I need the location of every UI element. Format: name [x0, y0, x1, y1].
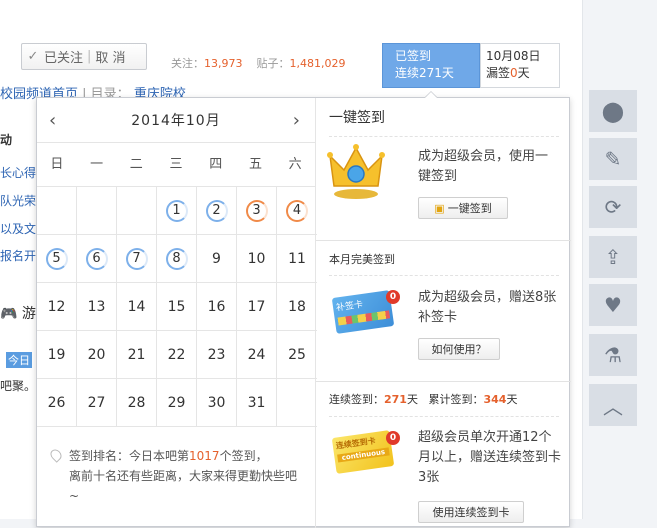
- post-count: 1,481,029: [289, 57, 346, 70]
- calendar-day[interactable]: 8: [157, 235, 197, 283]
- calendar-day[interactable]: 2: [197, 187, 237, 235]
- check-icon: ✓: [27, 49, 39, 64]
- calendar-title: 2014年10月: [131, 113, 221, 129]
- follow-count: 13,973: [204, 57, 243, 70]
- share-icon[interactable]: ⇪: [589, 236, 637, 278]
- calendar-day[interactable]: 5: [37, 235, 77, 283]
- calendar-day[interactable]: 19: [37, 331, 77, 379]
- calendar-day[interactable]: 23: [197, 331, 237, 379]
- calendar-day[interactable]: 18: [277, 283, 317, 331]
- vip-panel: 一键签到 成为超级会员，使用一键签到 ▣ 一键签到 本月完美签到 补签卡 0 成为…: [315, 98, 571, 528]
- calendar-day[interactable]: 26: [37, 379, 77, 427]
- makeup-card-image: 补签卡: [331, 290, 395, 334]
- heart-icon[interactable]: ♥: [589, 284, 637, 326]
- calendar-day[interactable]: 4: [277, 187, 317, 235]
- calendar-empty-cell: [37, 187, 77, 235]
- calendar-day[interactable]: 1: [157, 187, 197, 235]
- calendar-day[interactable]: 31: [237, 379, 277, 427]
- bg-fragment[interactable]: 队光荣: [0, 192, 36, 209]
- location-pin-icon: [48, 447, 64, 463]
- calendar-day[interactable]: 29: [157, 379, 197, 427]
- signed-button[interactable]: 已签到 连续271天: [382, 43, 480, 88]
- bg-fragment: 今日: [6, 352, 32, 368]
- refresh-icon[interactable]: ⟳: [589, 186, 637, 228]
- calendar-empty-cell: [117, 187, 157, 235]
- streak-card-image: 连续签到卡 continuous: [331, 430, 395, 474]
- forum-stats: 关注：13,973 贴子：1,481,029: [171, 57, 346, 70]
- calendar-day[interactable]: 16: [197, 283, 237, 331]
- sign-date-box: 10月08日 漏签0天: [480, 43, 560, 88]
- bg-fragment[interactable]: 以及文: [0, 220, 36, 237]
- streak-stats: 连续签到：271天 累计签到：344天: [329, 393, 518, 406]
- signed-day-marker: 6: [85, 247, 108, 270]
- one-key-title: 一键签到: [329, 110, 385, 126]
- calendar-day[interactable]: 17: [237, 283, 277, 331]
- calendar-day[interactable]: 14: [117, 283, 157, 331]
- sign-in-popup: ‹ 2014年10月 › 日 一 二 三 四 五 六 1 2 3 4 5 6 7 8 9 10 11…: [36, 97, 571, 528]
- streak-card-count: 0: [386, 431, 400, 445]
- bg-fragment: 动: [0, 133, 13, 147]
- calendar-day[interactable]: 9: [197, 235, 237, 283]
- calendar-day[interactable]: 10: [237, 235, 277, 283]
- signed-day-marker: 4: [286, 199, 308, 222]
- sign-calendar: ‹ 2014年10月 › 日 一 二 三 四 五 六 1 2 3 4 5 6 7 8 9 10 11…: [37, 98, 317, 528]
- calendar-day[interactable]: 27: [77, 379, 117, 427]
- one-key-desc: 成为超级会员，使用一键签到: [418, 149, 549, 184]
- calendar-day[interactable]: 30: [197, 379, 237, 427]
- calendar-day[interactable]: 3: [237, 187, 277, 235]
- bg-fragment[interactable]: 报名开: [0, 247, 36, 264]
- calendar-day[interactable]: 15: [157, 283, 197, 331]
- prev-month-icon[interactable]: ‹: [49, 110, 57, 131]
- makeup-card-count: 0: [386, 290, 400, 304]
- sign-rank: 签到排名：今日本吧第1017个签到， 离前十名还有些距离，大家来得更勤快些吧~: [48, 446, 301, 506]
- calendar-day[interactable]: 11: [277, 235, 317, 283]
- calendar-day[interactable]: 22: [157, 331, 197, 379]
- map-pin-icon[interactable]: ⬤: [589, 90, 637, 132]
- calendar-day[interactable]: 24: [237, 331, 277, 379]
- calendar-day[interactable]: 21: [117, 331, 157, 379]
- calendar-empty-cell: [277, 379, 317, 427]
- signed-day-marker: 2: [205, 199, 228, 222]
- bg-fragment: 🎮 游: [0, 306, 36, 322]
- calendar-day[interactable]: 12: [37, 283, 77, 331]
- edit-icon[interactable]: ✎: [589, 138, 637, 180]
- next-month-icon[interactable]: ›: [293, 110, 301, 131]
- perfect-sign-title: 本月完美签到: [329, 253, 395, 266]
- calendar-day[interactable]: 13: [77, 283, 117, 331]
- one-key-sign-button[interactable]: ▣ 一键签到: [418, 197, 508, 219]
- use-streak-card-button[interactable]: 使用连续签到卡: [418, 501, 524, 523]
- calendar-day[interactable]: 7: [117, 235, 157, 283]
- calendar-day[interactable]: 20: [77, 331, 117, 379]
- signed-day-marker: 1: [165, 199, 188, 222]
- unfollow-button[interactable]: 取 消: [95, 47, 125, 66]
- calendar-grid: 1 2 3 4 5 6 7 8 9 10 11 12 13 14 15 16 17 18 19 20 21 22 23 24 2…: [37, 186, 317, 427]
- bg-fragment[interactable]: 长心得: [0, 164, 36, 181]
- signed-day-marker: 7: [125, 247, 148, 270]
- calendar-empty-cell: [77, 187, 117, 235]
- perfect-sign-desc: 成为超级会员，赠送8张补签卡: [418, 290, 557, 325]
- back-to-top-icon[interactable]: ︿: [589, 384, 637, 426]
- calendar-day[interactable]: 28: [117, 379, 157, 427]
- flask-icon[interactable]: ⚗: [589, 334, 637, 376]
- how-to-use-button[interactable]: 如何使用？: [418, 338, 500, 360]
- streak-desc: 超级会员单次开通12个月以上，赠送连续签到卡3张: [418, 430, 562, 485]
- crown-icon: [327, 144, 385, 199]
- signed-day-marker: 5: [45, 247, 68, 270]
- signed-day-marker: 3: [245, 199, 268, 222]
- calendar-day[interactable]: 25: [277, 331, 317, 379]
- calendar-day[interactable]: 6: [77, 235, 117, 283]
- followed-label[interactable]: 已关注: [44, 47, 83, 66]
- signed-day-marker: 8: [165, 247, 188, 270]
- key-icon: ▣: [434, 201, 445, 215]
- weekday-row: 日 一 二 三 四 五 六: [37, 142, 315, 186]
- follow-control: ✓ 已关注 | 取 消: [21, 43, 147, 70]
